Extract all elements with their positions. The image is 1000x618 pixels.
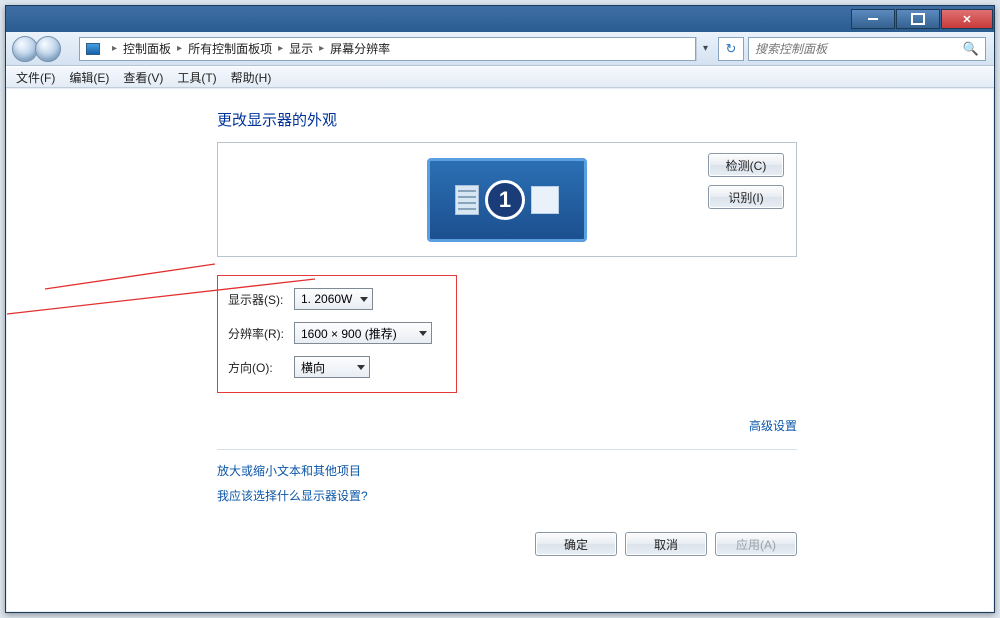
control-panel-icon xyxy=(86,43,100,55)
menu-bar: 文件(F) 编辑(E) 查看(V) 工具(T) 帮助(H) xyxy=(6,66,994,88)
menu-tools[interactable]: 工具(T) xyxy=(177,69,216,86)
menu-file[interactable]: 文件(F) xyxy=(16,69,55,86)
address-bar[interactable]: ▸ 控制面板 ▸ 所有控制面板项 ▸ 显示 ▸ 屏幕分辨率 xyxy=(79,37,696,61)
display-settings-help[interactable]: 我应该选择什么显示器设置? xyxy=(217,487,797,504)
breadcrumb-2[interactable]: 所有控制面板项 xyxy=(188,40,272,57)
chevron-down-icon xyxy=(360,297,368,302)
display-value: 1. 2060W xyxy=(301,292,352,306)
minimize-button[interactable] xyxy=(851,9,895,29)
menu-view[interactable]: 查看(V) xyxy=(123,69,163,86)
detect-button[interactable]: 检测(C) xyxy=(708,153,784,177)
breadcrumb-1[interactable]: 控制面板 xyxy=(123,40,171,57)
ok-button[interactable]: 确定 xyxy=(535,532,617,556)
client-area: 更改显示器的外观 1 检测(C) 识别(I) 显示器(S): 1. 2060W xyxy=(7,89,993,611)
search-input[interactable] xyxy=(755,42,963,56)
text-size-link[interactable]: 放大或缩小文本和其他项目 xyxy=(217,462,797,479)
address-dropdown[interactable]: ▾ xyxy=(696,37,714,61)
display-select[interactable]: 1. 2060W xyxy=(294,288,373,310)
resolution-value: 1600 × 900 (推荐) xyxy=(301,325,397,342)
page-title: 更改显示器的外观 xyxy=(217,109,797,130)
nav-bar: ▸ 控制面板 ▸ 所有控制面板项 ▸ 显示 ▸ 屏幕分辨率 ▾ ↻ 🔍 xyxy=(6,32,994,66)
orientation-select[interactable]: 横向 xyxy=(294,356,370,378)
title-bar xyxy=(6,6,994,32)
cancel-button[interactable]: 取消 xyxy=(625,532,707,556)
display-label: 显示器(S): xyxy=(228,291,294,308)
explorer-window: ▸ 控制面板 ▸ 所有控制面板项 ▸ 显示 ▸ 屏幕分辨率 ▾ ↻ 🔍 文件(F… xyxy=(5,5,995,613)
preview-window-icon xyxy=(531,186,559,214)
monitor-preview[interactable]: 1 xyxy=(427,158,587,242)
menu-help[interactable]: 帮助(H) xyxy=(231,69,272,86)
separator xyxy=(217,449,797,450)
chevron-down-icon xyxy=(357,365,365,370)
identify-button[interactable]: 识别(I) xyxy=(708,185,784,209)
monitor-preview-frame: 1 检测(C) 识别(I) xyxy=(217,142,797,257)
chevron-down-icon xyxy=(419,331,427,336)
breadcrumb-4[interactable]: 屏幕分辨率 xyxy=(330,40,390,57)
refresh-button[interactable]: ↻ xyxy=(718,37,744,61)
apply-button: 应用(A) xyxy=(715,532,797,556)
breadcrumb-3[interactable]: 显示 xyxy=(289,40,313,57)
orientation-label: 方向(O): xyxy=(228,359,294,376)
resolution-label: 分辨率(R): xyxy=(228,325,294,342)
preview-taskbar-icon xyxy=(455,185,479,215)
menu-edit[interactable]: 编辑(E) xyxy=(69,69,109,86)
search-icon: 🔍 xyxy=(963,41,979,57)
forward-button[interactable] xyxy=(35,36,61,62)
close-button[interactable] xyxy=(941,9,993,29)
monitor-number-badge: 1 xyxy=(485,180,525,220)
orientation-value: 横向 xyxy=(301,359,325,376)
advanced-settings-link[interactable]: 高级设置 xyxy=(749,419,797,433)
resolution-select[interactable]: 1600 × 900 (推荐) xyxy=(294,322,432,344)
maximize-button[interactable] xyxy=(896,9,940,29)
settings-block: 显示器(S): 1. 2060W 分辨率(R): 1600 × 900 (推荐)… xyxy=(217,275,457,393)
search-box[interactable]: 🔍 xyxy=(748,37,986,61)
